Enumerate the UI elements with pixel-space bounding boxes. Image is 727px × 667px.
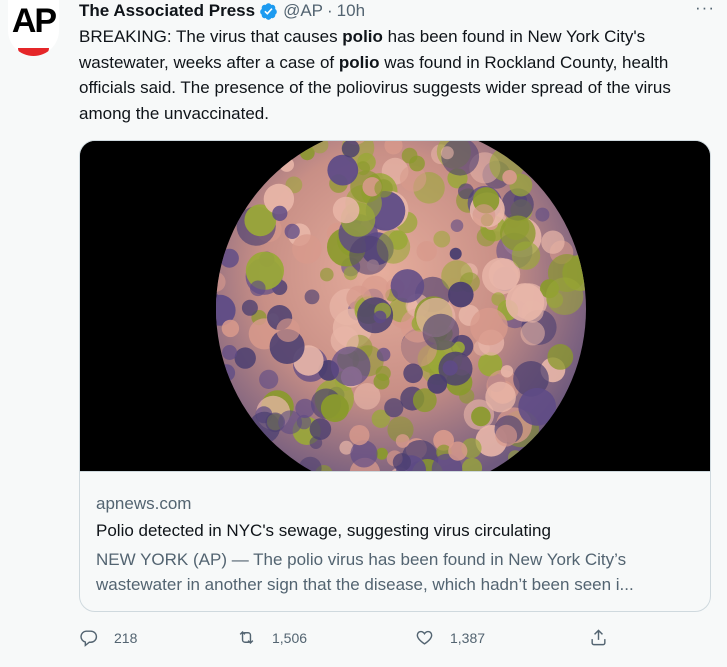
card-domain: apnews.com [96,494,192,513]
tweet-timestamp[interactable]: 10h [337,1,365,21]
more-horizontal-icon[interactable]: ··· [695,0,715,18]
author-name[interactable]: The Associated Press [79,1,255,21]
tweet-text: BREAKING: The virus that causes polio ha… [79,24,709,126]
retweet-button[interactable]: 1,506 [237,628,307,647]
tweet-text-part: BREAKING: The virus that causes [79,27,343,46]
share-icon [591,629,606,646]
reply-button[interactable]: 218 [79,628,137,647]
card-divider [80,471,710,472]
like-count: 1,387 [450,629,486,646]
retweet-icon [239,630,254,645]
card-description: NEW YORK (AP) — The polio virus has been… [96,550,634,594]
highlight-keyword: polio [342,27,383,46]
tweet-header: The Associated Press @AP · 10h [79,0,365,22]
like-button[interactable]: 1,387 [415,628,485,647]
card-title: Polio detected in NYC's sewage, suggesti… [96,521,551,540]
reply-count: 218 [114,629,138,646]
retweet-count: 1,506 [272,629,308,646]
separator-dot: · [327,1,333,20]
ap-logo: AP [11,2,57,40]
link-card[interactable]: apnews.com Polio detected in NYC's sewag… [79,140,711,612]
share-button[interactable] [589,628,608,647]
author-handle[interactable]: @AP [283,1,323,21]
verified-badge-icon [260,2,277,20]
avatar[interactable]: AP [8,0,59,56]
ap-logo-underline [18,48,49,56]
reply-icon [80,630,98,647]
card-image[interactable] [80,141,710,494]
heart-icon [416,630,433,645]
highlight-keyword: polio [338,52,380,72]
poliovirus-image [80,141,710,494]
tweet-actions: 218 1,506 1,387 [79,628,619,654]
